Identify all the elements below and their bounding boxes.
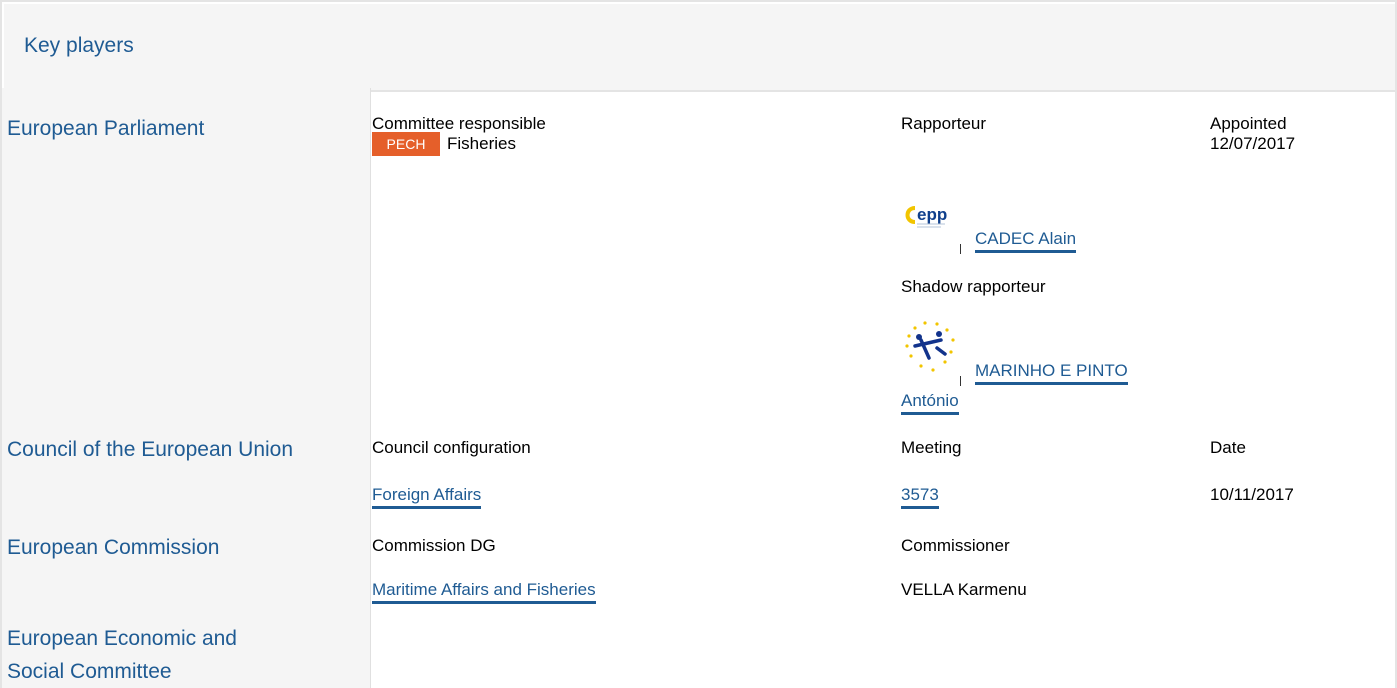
col-commissioner: Commissioner	[901, 536, 1010, 555]
meeting-link[interactable]: 3573	[901, 485, 939, 509]
meeting-cell[interactable]: 3573	[901, 484, 939, 509]
council-configuration-cell[interactable]: Foreign Affairs	[372, 484, 482, 509]
institution-eesc-line1: European Economic and	[7, 627, 237, 650]
shadow-name-link-line1[interactable]: MARINHO E PINTO	[975, 360, 1128, 385]
col-rapporteur: Rapporteur	[901, 114, 987, 133]
institution-european-parliament: European Parliament	[7, 117, 205, 140]
commissioner-name: VELLA Karmenu	[901, 580, 1027, 599]
institution-commission: European Commission	[7, 536, 220, 559]
council-date: 10/11/2017	[1210, 485, 1294, 504]
shadow-name-link-line2[interactable]: António	[901, 390, 959, 415]
rapporteur-name[interactable]: CADEC Alain	[975, 229, 1077, 253]
commission-dg-link[interactable]: Maritime Affairs and Fisheries	[372, 580, 596, 604]
institution-council: Council of the European Union	[7, 438, 294, 461]
council-configuration-link[interactable]: Foreign Affairs	[372, 485, 482, 509]
shadow-rapporteur-name-line1[interactable]: MARINHO E PINTO	[975, 361, 1128, 385]
rapporteur-name-link[interactable]: CADEC Alain	[975, 228, 1077, 253]
panel-header: Key players	[4, 4, 1395, 92]
committee-badge: PECH	[372, 132, 440, 156]
shadow-rapporteur-name-line2[interactable]: António	[901, 391, 959, 415]
shadow-rapporteur-label: Shadow rapporteur	[901, 277, 1046, 296]
institution-column	[2, 88, 371, 688]
commission-dg-cell[interactable]: Maritime Affairs and Fisheries	[372, 579, 596, 604]
alde-logo-icon	[901, 318, 963, 378]
committee-name: Fisheries	[447, 134, 516, 153]
col-meeting: Meeting	[901, 438, 962, 457]
logo-tick	[960, 376, 961, 386]
logo-tick	[960, 244, 961, 254]
col-council-configuration: Council configuration	[372, 438, 531, 457]
appointed-date: 12/07/2017	[1210, 134, 1296, 153]
col-date: Date	[1210, 438, 1246, 457]
epp-logo-icon: epp	[901, 186, 963, 246]
institution-eesc-line2: Social Committee	[7, 660, 172, 683]
panel-title: Key players	[24, 34, 134, 57]
col-appointed: Appointed	[1210, 114, 1287, 133]
col-commission-dg: Commission DG	[372, 536, 496, 555]
epp-logo-text: epp	[917, 205, 947, 224]
